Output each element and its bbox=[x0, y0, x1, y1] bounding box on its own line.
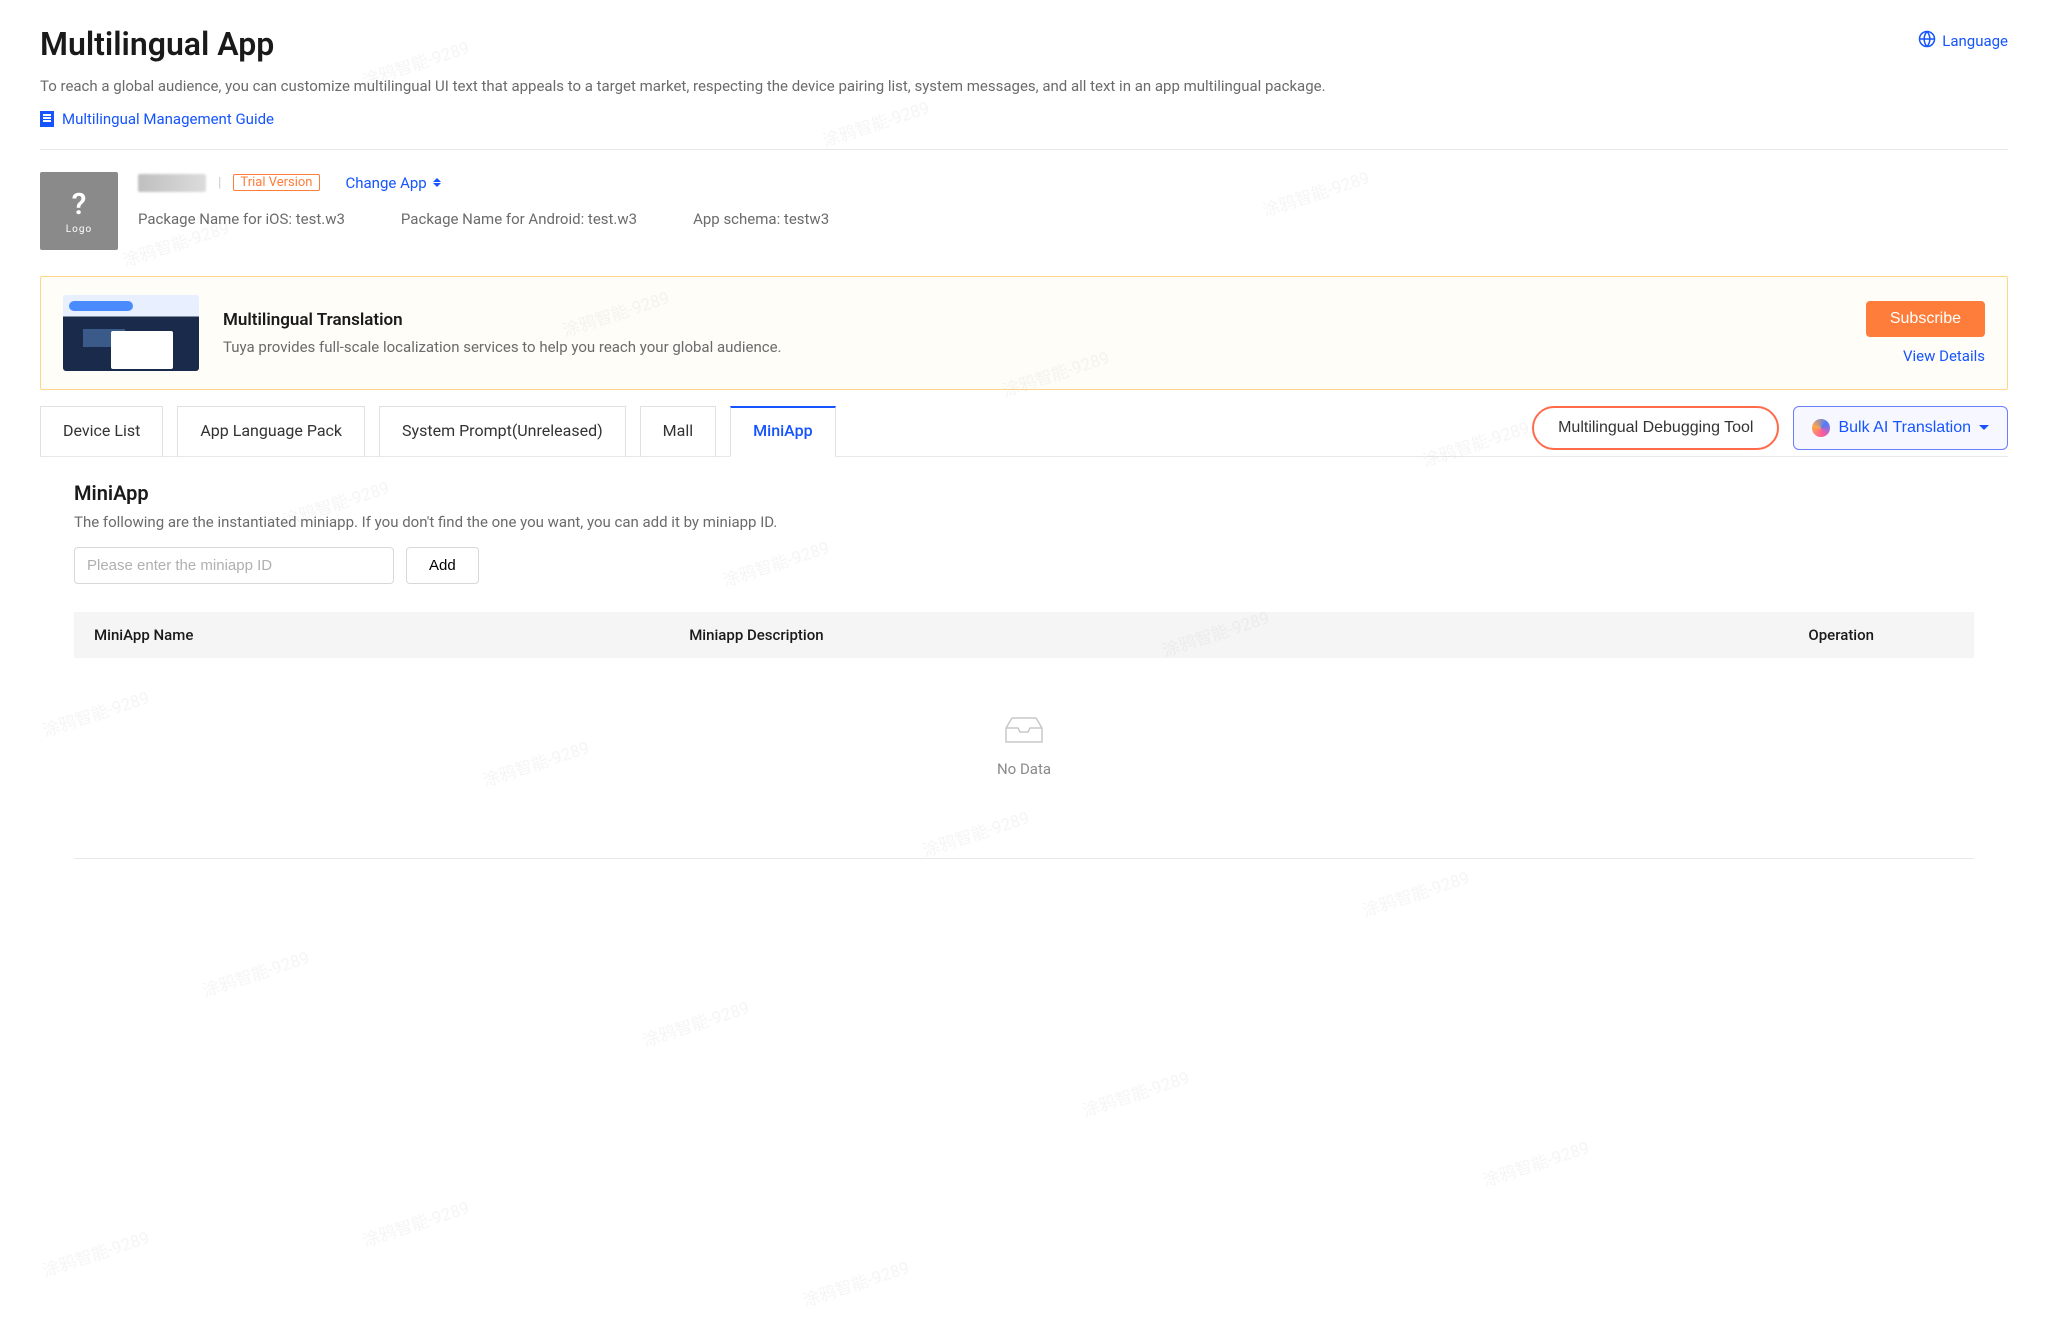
tabs-row: Device List App Language Pack System Pro… bbox=[40, 406, 2008, 457]
app-schema: App schema: testw3 bbox=[693, 210, 829, 228]
guide-link-label: Multilingual Management Guide bbox=[62, 110, 274, 128]
watermark: 涂鸦智能-9289 bbox=[1079, 1063, 1192, 1121]
guide-link[interactable]: Multilingual Management Guide bbox=[40, 110, 274, 128]
bulk-ai-translation-button[interactable]: Bulk AI Translation bbox=[1793, 406, 2008, 450]
watermark: 涂鸦智能-9289 bbox=[1479, 1133, 1592, 1191]
watermark: 涂鸦智能-9289 bbox=[1359, 863, 1472, 921]
ai-icon bbox=[1812, 419, 1830, 437]
watermark: 涂鸦智能-9289 bbox=[39, 1223, 152, 1281]
globe-icon bbox=[1918, 30, 1936, 52]
app-logo-placeholder: ? Logo bbox=[40, 172, 118, 250]
inbox-icon bbox=[1000, 714, 1048, 746]
document-icon bbox=[40, 111, 54, 127]
watermark: 涂鸦智能-9289 bbox=[819, 93, 932, 151]
promo-title: Multilingual Translation bbox=[223, 310, 1842, 330]
column-header-operation: Operation bbox=[1433, 626, 1954, 644]
tab-mall[interactable]: Mall bbox=[640, 406, 716, 457]
watermark: 涂鸦智能-9289 bbox=[639, 993, 752, 1051]
bulk-ai-label: Bulk AI Translation bbox=[1838, 419, 1971, 437]
tab-system-prompt[interactable]: System Prompt(Unreleased) bbox=[379, 406, 626, 457]
app-name-redacted bbox=[138, 174, 206, 192]
android-package-name: Package Name for Android: test.w3 bbox=[401, 210, 637, 228]
language-button[interactable]: Language bbox=[1918, 30, 2008, 52]
multilingual-debugging-tool-button[interactable]: Multilingual Debugging Tool bbox=[1532, 406, 1779, 450]
miniapp-id-input[interactable] bbox=[74, 547, 394, 584]
column-header-name: MiniApp Name bbox=[94, 626, 689, 644]
promo-banner: Multilingual Translation Tuya provides f… bbox=[40, 276, 2008, 390]
chevron-down-icon bbox=[1979, 425, 1989, 430]
question-mark-icon: ? bbox=[72, 187, 87, 222]
add-button[interactable]: Add bbox=[406, 547, 479, 584]
no-data-text: No Data bbox=[997, 760, 1051, 778]
section-title-miniapp: MiniApp bbox=[74, 481, 2008, 505]
promo-description: Tuya provides full-scale localization se… bbox=[223, 338, 1842, 356]
tab-device-list[interactable]: Device List bbox=[40, 406, 163, 457]
watermark: 涂鸦智能-9289 bbox=[799, 1253, 912, 1311]
logo-text: Logo bbox=[66, 224, 92, 235]
view-details-link[interactable]: View Details bbox=[1903, 347, 1985, 365]
trial-version-badge: Trial Version bbox=[233, 174, 319, 191]
promo-image bbox=[63, 295, 199, 371]
empty-state: No Data bbox=[74, 658, 1974, 859]
tab-app-language-pack[interactable]: App Language Pack bbox=[177, 406, 365, 457]
subscribe-button[interactable]: Subscribe bbox=[1866, 301, 1985, 337]
table-header: MiniApp Name Miniapp Description Operati… bbox=[74, 612, 1974, 658]
watermark: 涂鸦智能-9289 bbox=[199, 943, 312, 1001]
divider bbox=[40, 149, 2008, 150]
watermark: 涂鸦智能-9289 bbox=[359, 1193, 472, 1251]
sort-icon bbox=[433, 178, 441, 187]
change-app-label: Change App bbox=[346, 174, 427, 192]
change-app-link[interactable]: Change App bbox=[346, 174, 441, 192]
tab-miniapp[interactable]: MiniApp bbox=[730, 406, 836, 457]
language-label: Language bbox=[1942, 32, 2008, 50]
page-title: Multilingual App bbox=[40, 24, 274, 66]
page-subtitle: To reach a global audience, you can cust… bbox=[40, 74, 1969, 98]
ios-package-name: Package Name for iOS: test.w3 bbox=[138, 210, 345, 228]
section-description: The following are the instantiated minia… bbox=[74, 513, 2008, 531]
miniapp-table: MiniApp Name Miniapp Description Operati… bbox=[74, 612, 1974, 859]
separator: | bbox=[218, 175, 221, 191]
column-header-description: Miniapp Description bbox=[689, 626, 1433, 644]
app-info-card: ? Logo | Trial Version Change App Packag… bbox=[40, 168, 2008, 258]
